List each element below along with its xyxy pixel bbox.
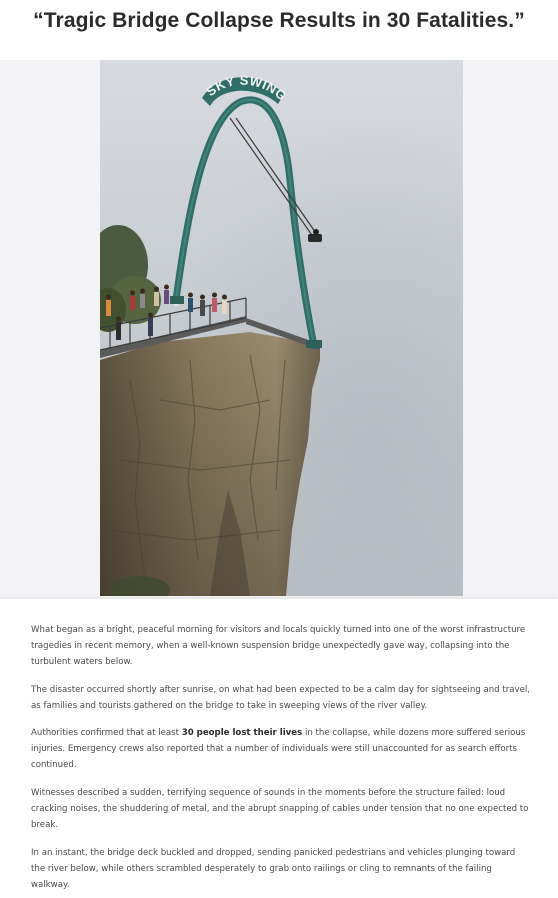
article-paragraph-4: Witnesses described a sudden, terrifying… xyxy=(31,788,529,830)
article-paragraph-5: In an instant, the bridge deck buckled a… xyxy=(31,848,516,890)
article-paragraph-2: The disaster occurred shortly after sunr… xyxy=(31,685,531,711)
headline-band: “Tragic Bridge Collapse Results in 30 Fa… xyxy=(0,0,558,60)
article-headline: “Tragic Bridge Collapse Results in 30 Fa… xyxy=(33,9,525,32)
article-body: What began as a bright, peaceful morning… xyxy=(0,599,558,898)
paragraph-3-text-start: Authorities confirmed that at least xyxy=(31,728,182,738)
sky-swing-cliff-image: SKY SWING xyxy=(100,60,463,596)
fatality-count-highlight: 30 people lost their lives xyxy=(181,728,303,738)
article-photo: SKY SWING xyxy=(100,60,463,596)
article-paragraph-3: Authorities confirmed that at least 30 p… xyxy=(31,725,531,773)
article-paragraph-1: What began as a bright, peaceful morning… xyxy=(31,625,526,667)
article-page: “Tragic Bridge Collapse Results in 30 Fa… xyxy=(0,0,558,898)
